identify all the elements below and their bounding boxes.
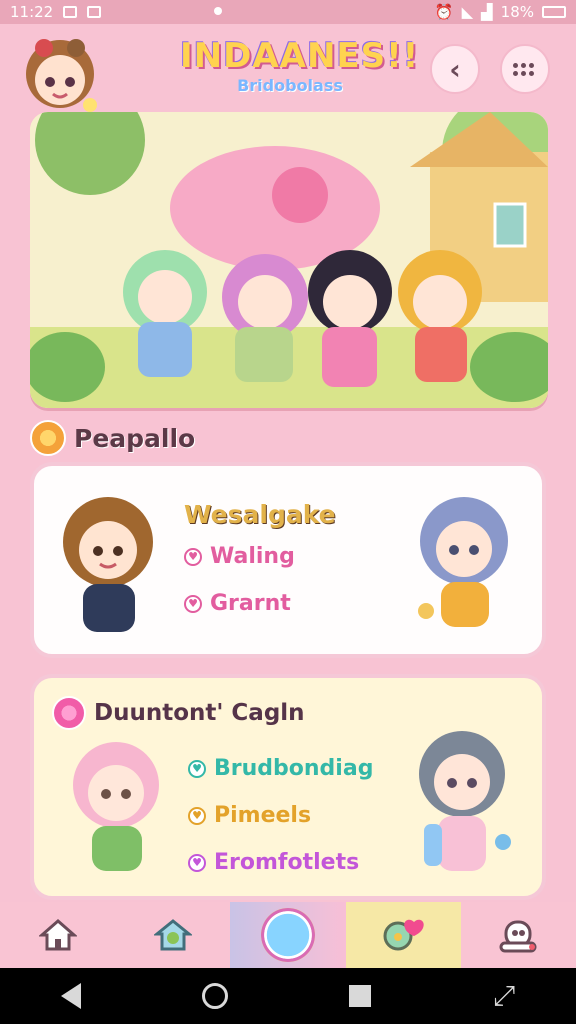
card-title: Wesalgake bbox=[184, 500, 336, 529]
chevron-left-icon: ‹ bbox=[449, 52, 461, 86]
menu-button[interactable] bbox=[500, 44, 550, 94]
logo-subtitle: Bridobolass bbox=[237, 76, 343, 95]
blue-hair-character bbox=[418, 497, 508, 627]
heart-icon: ♥ bbox=[184, 594, 202, 613]
character-card-2[interactable]: Duuntont' Cagln ♥ Brudbondiag ♥ Pimeels … bbox=[30, 674, 546, 900]
wifi-icon: ◣ bbox=[461, 3, 474, 21]
recents-square-icon[interactable] bbox=[349, 985, 372, 1007]
heart-icon: ♥ bbox=[188, 759, 206, 778]
feature-item: ♥ Pimeels bbox=[188, 803, 373, 828]
character-card-1[interactable]: Wesalgake ♥ Waling ♥ Grarnt bbox=[30, 462, 546, 658]
back-triangle-icon[interactable] bbox=[60, 983, 81, 1009]
grid-dots-icon bbox=[513, 62, 537, 76]
flower-icon bbox=[30, 420, 66, 456]
profile-avatar[interactable] bbox=[14, 32, 106, 114]
section-title-text: Peapallo bbox=[74, 423, 196, 453]
home-circle-icon[interactable] bbox=[202, 983, 229, 1009]
nav-favorites[interactable] bbox=[345, 902, 461, 968]
gray-hair-character bbox=[419, 731, 511, 871]
card-feature-list: ♥ Brudbondiag ♥ Pimeels ♥ Eromfotlets bbox=[188, 756, 373, 897]
alarm-icon: ⏰ bbox=[434, 3, 454, 21]
rotate-icon[interactable]: ⤢ bbox=[493, 979, 515, 1013]
status-bar: 11:22 ⏰ ◣ ▟ 18% bbox=[0, 0, 576, 24]
heart-chat-icon bbox=[383, 919, 424, 951]
nav-home[interactable] bbox=[0, 902, 115, 968]
feature-item: ♥ Waling bbox=[184, 544, 295, 569]
feature-item: ♥ Brudbondiag bbox=[188, 756, 373, 781]
back-button[interactable]: ‹ bbox=[430, 44, 480, 94]
pink-hair-character bbox=[73, 742, 159, 871]
brown-hair-character bbox=[63, 497, 153, 632]
feature-label: Grarnt bbox=[210, 591, 291, 616]
heart-icon: ♥ bbox=[188, 806, 206, 825]
nav-garden[interactable] bbox=[115, 902, 230, 968]
signal-icon: ▟ bbox=[481, 3, 493, 21]
section-title: Peapallo bbox=[30, 420, 195, 456]
notification-dot bbox=[214, 7, 222, 15]
feature-label: Pimeels bbox=[214, 803, 312, 828]
battery-text: 18% bbox=[500, 3, 534, 21]
image-icon bbox=[63, 6, 78, 18]
logo-title: INDAANES!! bbox=[180, 36, 420, 76]
android-navigation-bar: ⤢ bbox=[0, 968, 576, 1024]
robot-icon bbox=[499, 920, 537, 953]
hero-banner[interactable] bbox=[30, 112, 548, 408]
feature-label: Eromfotlets bbox=[214, 850, 360, 875]
nav-main[interactable] bbox=[230, 902, 346, 968]
circle-center-icon bbox=[261, 908, 315, 962]
card-title: Duuntont' Cagln bbox=[52, 696, 305, 730]
flower-icon bbox=[52, 696, 86, 730]
bottom-navigation bbox=[0, 902, 576, 968]
battery-icon bbox=[542, 6, 566, 18]
home-icon bbox=[38, 919, 77, 951]
status-time: 11:22 bbox=[10, 3, 54, 21]
card-title-text: Duuntont' Cagln bbox=[94, 700, 305, 726]
feature-item: ♥ Eromfotlets bbox=[188, 850, 373, 875]
feature-label: Waling bbox=[210, 544, 295, 569]
heart-icon: ♥ bbox=[184, 547, 202, 566]
nav-profile[interactable] bbox=[461, 902, 576, 968]
feature-label: Brudbondiag bbox=[214, 756, 374, 781]
card-feature-list: ♥ Waling ♥ Grarnt bbox=[184, 544, 295, 638]
house-plant-icon bbox=[153, 919, 192, 951]
message-icon bbox=[87, 6, 102, 18]
app-logo: INDAANES!! Bridobolass bbox=[180, 36, 420, 106]
feature-item: ♥ Grarnt bbox=[184, 591, 295, 616]
heart-icon: ♥ bbox=[188, 853, 206, 872]
app-header: INDAANES!! Bridobolass ‹ bbox=[0, 24, 576, 114]
